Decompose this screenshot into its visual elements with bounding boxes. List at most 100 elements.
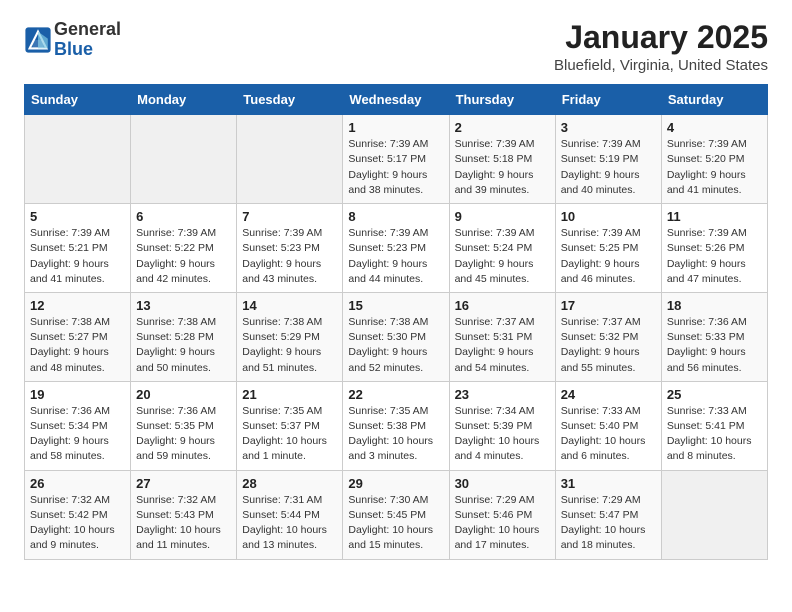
calendar-cell: 21 Sunrise: 7:35 AM Sunset: 5:37 PM Dayli… [237, 381, 343, 470]
header: General Blue January 2025 Bluefield, Vir… [24, 20, 768, 74]
day-number: 2 [455, 120, 550, 135]
day-info: Sunrise: 7:31 AM Sunset: 5:44 PM Dayligh… [242, 493, 337, 554]
calendar-cell: 23 Sunrise: 7:34 AM Sunset: 5:39 PM Dayli… [449, 381, 555, 470]
day-number: 13 [136, 298, 231, 313]
day-number: 22 [348, 387, 443, 402]
calendar-cell [25, 115, 131, 204]
calendar-subtitle: Bluefield, Virginia, United States [554, 57, 768, 74]
calendar-table: SundayMondayTuesdayWednesdayThursdayFrid… [24, 84, 768, 559]
day-info: Sunrise: 7:39 AM Sunset: 5:17 PM Dayligh… [348, 137, 443, 198]
day-number: 30 [455, 476, 550, 491]
day-number: 24 [561, 387, 656, 402]
calendar-cell: 13 Sunrise: 7:38 AM Sunset: 5:28 PM Dayli… [131, 292, 237, 381]
calendar-cell: 17 Sunrise: 7:37 AM Sunset: 5:32 PM Dayli… [555, 292, 661, 381]
calendar-cell [131, 115, 237, 204]
calendar-cell: 7 Sunrise: 7:39 AM Sunset: 5:23 PM Daylig… [237, 204, 343, 293]
day-number: 14 [242, 298, 337, 313]
day-number: 19 [30, 387, 125, 402]
day-info: Sunrise: 7:39 AM Sunset: 5:24 PM Dayligh… [455, 226, 550, 287]
calendar-week-5: 26Sunrise: 7:32 AM Sunset: 5:42 PM Dayli… [25, 470, 768, 559]
day-info: Sunrise: 7:39 AM Sunset: 5:19 PM Dayligh… [561, 137, 656, 198]
calendar-cell: 5 Sunrise: 7:39 AM Sunset: 5:21 PM Daylig… [25, 204, 131, 293]
calendar-cell: 11 Sunrise: 7:39 AM Sunset: 5:26 PM Dayli… [661, 204, 767, 293]
calendar-title: January 2025 [554, 20, 768, 55]
calendar-cell: 18 Sunrise: 7:36 AM Sunset: 5:33 PM Dayli… [661, 292, 767, 381]
calendar-cell: 25Sunrise: 7:33 AM Sunset: 5:41 PM Dayli… [661, 381, 767, 470]
calendar-cell: 14 Sunrise: 7:38 AM Sunset: 5:29 PM Dayli… [237, 292, 343, 381]
calendar-cell: 26Sunrise: 7:32 AM Sunset: 5:42 PM Dayli… [25, 470, 131, 559]
calendar-cell: 19 Sunrise: 7:36 AM Sunset: 5:34 PM Dayli… [25, 381, 131, 470]
day-info: Sunrise: 7:36 AM Sunset: 5:33 PM Dayligh… [667, 315, 762, 376]
day-info: Sunrise: 7:39 AM Sunset: 5:22 PM Dayligh… [136, 226, 231, 287]
day-number: 25 [667, 387, 762, 402]
page: General Blue January 2025 Bluefield, Vir… [0, 0, 792, 580]
calendar-cell: 16 Sunrise: 7:37 AM Sunset: 5:31 PM Dayli… [449, 292, 555, 381]
day-number: 17 [561, 298, 656, 313]
day-info: Sunrise: 7:39 AM Sunset: 5:26 PM Dayligh… [667, 226, 762, 287]
logo: General Blue [24, 20, 121, 60]
day-info: Sunrise: 7:35 AM Sunset: 5:37 PM Dayligh… [242, 404, 337, 465]
day-info: Sunrise: 7:34 AM Sunset: 5:39 PM Dayligh… [455, 404, 550, 465]
day-info: Sunrise: 7:36 AM Sunset: 5:34 PM Dayligh… [30, 404, 125, 465]
day-number: 29 [348, 476, 443, 491]
day-number: 27 [136, 476, 231, 491]
day-header-wednesday: Wednesday [343, 85, 449, 115]
day-info: Sunrise: 7:37 AM Sunset: 5:31 PM Dayligh… [455, 315, 550, 376]
day-header-monday: Monday [131, 85, 237, 115]
day-info: Sunrise: 7:38 AM Sunset: 5:29 PM Dayligh… [242, 315, 337, 376]
calendar-cell: 15Sunrise: 7:38 AM Sunset: 5:30 PM Dayli… [343, 292, 449, 381]
day-number: 21 [242, 387, 337, 402]
day-number: 31 [561, 476, 656, 491]
calendar-week-3: 12 Sunrise: 7:38 AM Sunset: 5:27 PM Dayli… [25, 292, 768, 381]
logo-line2: Blue [54, 40, 121, 60]
day-number: 7 [242, 209, 337, 224]
day-info: Sunrise: 7:39 AM Sunset: 5:23 PM Dayligh… [242, 226, 337, 287]
day-info: Sunrise: 7:39 AM Sunset: 5:18 PM Dayligh… [455, 137, 550, 198]
calendar-cell: 2 Sunrise: 7:39 AM Sunset: 5:18 PM Daylig… [449, 115, 555, 204]
day-info: Sunrise: 7:39 AM Sunset: 5:20 PM Dayligh… [667, 137, 762, 198]
calendar-cell: 1Sunrise: 7:39 AM Sunset: 5:17 PM Daylig… [343, 115, 449, 204]
calendar-week-1: 1Sunrise: 7:39 AM Sunset: 5:17 PM Daylig… [25, 115, 768, 204]
calendar-cell: 6 Sunrise: 7:39 AM Sunset: 5:22 PM Daylig… [131, 204, 237, 293]
calendar-cell: 4 Sunrise: 7:39 AM Sunset: 5:20 PM Daylig… [661, 115, 767, 204]
day-number: 12 [30, 298, 125, 313]
calendar-cell: 9 Sunrise: 7:39 AM Sunset: 5:24 PM Daylig… [449, 204, 555, 293]
calendar-cell: 30 Sunrise: 7:29 AM Sunset: 5:46 PM Dayli… [449, 470, 555, 559]
day-number: 23 [455, 387, 550, 402]
day-number: 11 [667, 209, 762, 224]
day-info: Sunrise: 7:39 AM Sunset: 5:25 PM Dayligh… [561, 226, 656, 287]
day-number: 5 [30, 209, 125, 224]
logo-line1: General [54, 20, 121, 40]
calendar-cell [237, 115, 343, 204]
day-number: 3 [561, 120, 656, 135]
day-info: Sunrise: 7:32 AM Sunset: 5:43 PM Dayligh… [136, 493, 231, 554]
day-number: 16 [455, 298, 550, 313]
calendar-cell: 31 Sunrise: 7:29 AM Sunset: 5:47 PM Dayli… [555, 470, 661, 559]
day-header-tuesday: Tuesday [237, 85, 343, 115]
day-number: 8 [348, 209, 443, 224]
day-info: Sunrise: 7:33 AM Sunset: 5:40 PM Dayligh… [561, 404, 656, 465]
day-number: 18 [667, 298, 762, 313]
day-info: Sunrise: 7:39 AM Sunset: 5:21 PM Dayligh… [30, 226, 125, 287]
calendar-cell: 24 Sunrise: 7:33 AM Sunset: 5:40 PM Dayli… [555, 381, 661, 470]
day-info: Sunrise: 7:38 AM Sunset: 5:28 PM Dayligh… [136, 315, 231, 376]
day-header-friday: Friday [555, 85, 661, 115]
day-number: 6 [136, 209, 231, 224]
title-block: January 2025 Bluefield, Virginia, United… [554, 20, 768, 74]
calendar-cell: 3 Sunrise: 7:39 AM Sunset: 5:19 PM Daylig… [555, 115, 661, 204]
calendar-cell: 20 Sunrise: 7:36 AM Sunset: 5:35 PM Dayli… [131, 381, 237, 470]
calendar-cell: 8Sunrise: 7:39 AM Sunset: 5:23 PM Daylig… [343, 204, 449, 293]
day-number: 20 [136, 387, 231, 402]
day-number: 9 [455, 209, 550, 224]
day-number: 4 [667, 120, 762, 135]
day-info: Sunrise: 7:29 AM Sunset: 5:46 PM Dayligh… [455, 493, 550, 554]
calendar-cell: 29Sunrise: 7:30 AM Sunset: 5:45 PM Dayli… [343, 470, 449, 559]
day-info: Sunrise: 7:36 AM Sunset: 5:35 PM Dayligh… [136, 404, 231, 465]
day-info: Sunrise: 7:37 AM Sunset: 5:32 PM Dayligh… [561, 315, 656, 376]
day-info: Sunrise: 7:32 AM Sunset: 5:42 PM Dayligh… [30, 493, 125, 554]
calendar-cell: 12 Sunrise: 7:38 AM Sunset: 5:27 PM Dayli… [25, 292, 131, 381]
day-header-thursday: Thursday [449, 85, 555, 115]
calendar-week-2: 5 Sunrise: 7:39 AM Sunset: 5:21 PM Daylig… [25, 204, 768, 293]
day-info: Sunrise: 7:38 AM Sunset: 5:27 PM Dayligh… [30, 315, 125, 376]
day-info: Sunrise: 7:29 AM Sunset: 5:47 PM Dayligh… [561, 493, 656, 554]
